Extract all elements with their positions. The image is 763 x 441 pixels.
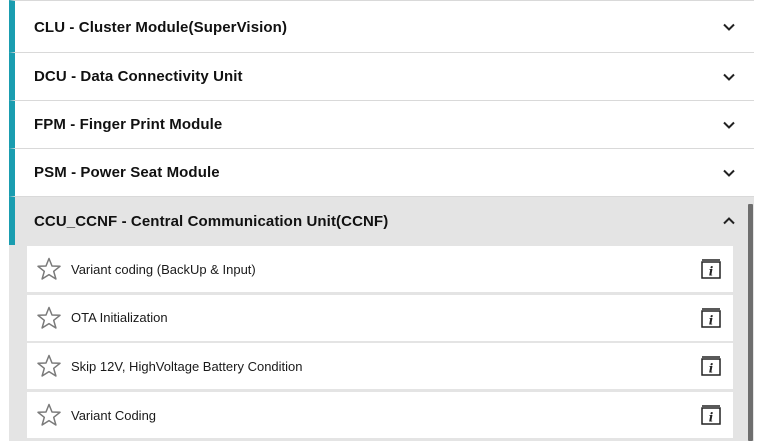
list-item[interactable]: Skip 12V, HighVoltage Battery Condition … xyxy=(27,343,733,390)
chevron-down-icon[interactable] xyxy=(722,168,736,178)
info-icon[interactable]: i xyxy=(700,307,722,329)
info-icon[interactable]: i xyxy=(700,404,722,426)
info-icon[interactable]: i xyxy=(700,355,722,377)
svg-text:i: i xyxy=(709,411,714,425)
svg-text:i: i xyxy=(709,265,714,279)
ccu-function-list: Variant coding (BackUp & Input) i OTA In… xyxy=(9,245,754,441)
list-item-label: Variant coding (BackUp & Input) xyxy=(71,261,256,277)
viewport: CLU - Cluster Module(SuperVision) DCU - … xyxy=(0,0,763,441)
module-row-fpm[interactable]: FPM - Finger Print Module xyxy=(9,101,754,149)
list-item-label: OTA Initialization xyxy=(71,310,168,326)
module-row-dcu[interactable]: DCU - Data Connectivity Unit xyxy=(9,53,754,101)
star-outline-icon[interactable] xyxy=(36,402,62,428)
star-outline-icon[interactable] xyxy=(36,353,62,379)
svg-text:i: i xyxy=(709,362,714,376)
chevron-down-icon[interactable] xyxy=(722,72,736,82)
module-row-psm[interactable]: PSM - Power Seat Module xyxy=(9,149,754,197)
star-outline-icon[interactable] xyxy=(36,256,62,282)
module-label: CCU_CCNF - Central Communication Unit(CC… xyxy=(34,212,389,230)
chevron-up-icon[interactable] xyxy=(722,216,736,226)
list-item[interactable]: OTA Initialization i xyxy=(27,294,733,341)
list-item[interactable]: Variant Coding i xyxy=(27,392,733,439)
module-row-ccu-ccnf[interactable]: CCU_CCNF - Central Communication Unit(CC… xyxy=(9,197,754,245)
module-label: FPM - Finger Print Module xyxy=(34,116,223,133)
info-icon[interactable]: i xyxy=(700,258,722,280)
chevron-down-icon[interactable] xyxy=(722,120,736,130)
star-outline-icon[interactable] xyxy=(36,305,62,331)
scrollbar[interactable] xyxy=(748,204,753,441)
svg-text:i: i xyxy=(709,313,714,327)
module-list: CLU - Cluster Module(SuperVision) DCU - … xyxy=(9,0,754,441)
list-item[interactable]: Variant coding (BackUp & Input) i xyxy=(27,246,733,292)
module-label: DCU - Data Connectivity Unit xyxy=(34,68,243,85)
module-row-clu[interactable]: CLU - Cluster Module(SuperVision) xyxy=(9,0,754,53)
chevron-down-icon[interactable] xyxy=(722,22,736,32)
list-item-label: Skip 12V, HighVoltage Battery Condition xyxy=(71,358,303,374)
module-label: CLU - Cluster Module(SuperVision) xyxy=(34,19,288,36)
list-item-label: Variant Coding xyxy=(71,407,157,423)
module-label: PSM - Power Seat Module xyxy=(34,164,220,181)
